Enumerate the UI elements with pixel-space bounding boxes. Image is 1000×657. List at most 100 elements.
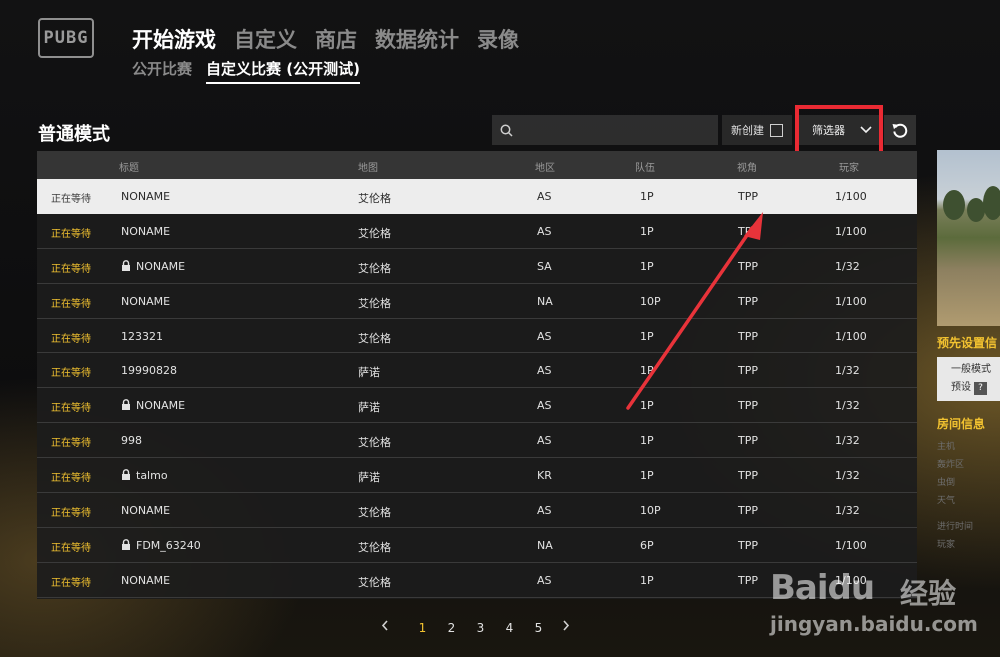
row-team: 1P: [640, 190, 654, 203]
new-created-checkbox[interactable]: [770, 123, 783, 137]
table-row[interactable]: 正在等待 NONAME 艾伦格 AS 1P TPP 1/100: [37, 563, 917, 598]
row-status: 正在等待: [51, 194, 91, 205]
column-map[interactable]: 地图: [358, 159, 378, 174]
tab-public-match[interactable]: 公开比赛: [132, 58, 192, 84]
row-team: 1P: [640, 364, 654, 378]
nav-store[interactable]: 商店: [315, 24, 357, 54]
row-players: 1/32: [835, 434, 860, 448]
row-map: 艾伦格: [358, 575, 391, 589]
room-field-3: 虫倒: [937, 478, 956, 488]
column-players[interactable]: 玩家: [839, 159, 859, 174]
table-row[interactable]: 正在等待 NONAME 艾伦格 SA 1P TPP 1/32: [37, 249, 917, 284]
row-region: AS: [537, 364, 552, 378]
table-row[interactable]: 正在等待 NONAME 艾伦格 NA 10P TPP 1/100: [37, 284, 917, 319]
column-view[interactable]: 视角: [737, 159, 757, 174]
row-view: TPP: [738, 329, 758, 343]
help-icon[interactable]: ?: [974, 382, 987, 395]
table-row[interactable]: 正在等待 19990828 萨诺 AS 1P TPP 1/32: [37, 353, 917, 389]
row-view: TPP: [738, 469, 758, 483]
lock-icon: [122, 259, 130, 271]
row-status: 正在等待: [51, 298, 91, 310]
page-1-button[interactable]: 1: [408, 621, 437, 635]
row-team: 1P: [640, 469, 654, 483]
row-title: 19990828: [121, 364, 177, 378]
row-view: TPP: [738, 259, 758, 273]
row-view: TPP: [738, 399, 758, 413]
preset-label: 预设: [951, 382, 971, 393]
nav-replays[interactable]: 录像: [477, 24, 519, 54]
column-team[interactable]: 队伍: [635, 159, 655, 174]
search-box[interactable]: [492, 115, 718, 145]
row-view: TPP: [738, 538, 758, 552]
table-row[interactable]: 正在等待 FDM_63240 艾伦格 NA 6P TPP 1/100: [37, 528, 917, 563]
row-title: NONAME: [121, 504, 171, 518]
row-view: TPP: [738, 573, 758, 587]
row-map: 萨诺: [358, 366, 380, 380]
nav-custom[interactable]: 自定义: [234, 24, 297, 54]
room-field-host: 主机: [937, 442, 956, 452]
table-row[interactable]: 正在等待 NONAME 艾伦格 AS 10P TPP 1/32: [37, 493, 917, 528]
room-field-bombing: 轰炸区: [937, 460, 965, 470]
page-5-button[interactable]: 5: [524, 621, 553, 635]
new-created-filter[interactable]: 新创建: [722, 115, 792, 145]
row-title: NONAME: [121, 224, 171, 238]
page-2-button[interactable]: 2: [437, 621, 466, 635]
row-status: 正在等待: [51, 542, 91, 554]
refresh-button[interactable]: [884, 115, 916, 145]
page-next-button[interactable]: [553, 620, 579, 635]
preset-mode: 一般模式: [951, 364, 991, 375]
row-status: 正在等待: [51, 577, 91, 589]
column-region[interactable]: 地区: [535, 159, 555, 174]
row-map: 艾伦格: [358, 261, 391, 275]
search-input[interactable]: [519, 123, 699, 137]
row-region: AS: [537, 224, 552, 238]
table-row[interactable]: 正在等待 NONAME 艾伦格 AS 1P TPP 1/100: [37, 179, 917, 214]
room-info-list: 主机 轰炸区 虫倒 天气 进行时间 玩家: [937, 438, 1000, 554]
pagination: 1 2 3 4 5: [372, 620, 579, 635]
row-title: talmo: [136, 469, 168, 483]
page-3-button[interactable]: 3: [466, 621, 495, 635]
row-map: 艾伦格: [358, 296, 391, 310]
row-players: 1/100: [835, 190, 867, 203]
row-region: AS: [537, 399, 552, 413]
table-row[interactable]: 正在等待 NONAME 艾伦格 AS 1P TPP 1/100: [37, 214, 917, 249]
row-map: 艾伦格: [358, 192, 391, 205]
filter-dropdown[interactable]: 筛选器: [796, 115, 880, 145]
page-title: 普通模式: [38, 124, 110, 145]
row-title: 998: [121, 434, 142, 448]
row-map: 萨诺: [358, 471, 380, 485]
filter-label: 筛选器: [812, 124, 845, 137]
page-4-button[interactable]: 4: [495, 621, 524, 635]
pubg-logo[interactable]: PUBG: [38, 18, 94, 58]
row-status: 正在等待: [51, 368, 91, 380]
row-team: 1P: [640, 329, 654, 343]
lock-icon: [122, 539, 130, 550]
preset-box: 一般模式 预设?: [937, 357, 1000, 401]
tab-custom-match[interactable]: 自定义比赛 (公开测试): [206, 58, 360, 84]
table-row[interactable]: 正在等待 998 艾伦格 AS 1P TPP 1/32: [37, 423, 917, 459]
row-players: 1/32: [835, 259, 860, 273]
row-players: 1/32: [835, 399, 860, 413]
row-map: 艾伦格: [358, 506, 391, 520]
row-players: 1/32: [835, 504, 860, 518]
row-status: 正在等待: [51, 228, 91, 240]
search-icon: [500, 124, 513, 137]
row-region: NA: [537, 538, 553, 552]
chevron-down-icon: [860, 126, 872, 134]
table-row[interactable]: 正在等待 123321 艾伦格 AS 1P TPP 1/100: [37, 319, 917, 354]
row-team: 10P: [640, 294, 661, 308]
row-view: TPP: [738, 190, 758, 203]
table-header: 标题 地图 地区 队伍 视角 玩家: [37, 151, 917, 179]
row-view: TPP: [738, 224, 758, 238]
row-title-cell: FDM_63240: [121, 539, 201, 552]
row-players: 1/100: [835, 224, 867, 238]
row-status: 正在等待: [51, 403, 91, 415]
table-row[interactable]: 正在等待 NONAME 萨诺 AS 1P TPP 1/32: [37, 388, 917, 424]
nav-start-game[interactable]: 开始游戏: [132, 24, 216, 54]
nav-statistics[interactable]: 数据统计: [375, 24, 459, 54]
row-region: AS: [537, 504, 552, 518]
page-prev-button[interactable]: [372, 620, 398, 635]
table-row[interactable]: 正在等待 talmo 萨诺 KR 1P TPP 1/32: [37, 458, 917, 494]
row-region: AS: [537, 329, 552, 343]
column-title[interactable]: 标题: [119, 159, 139, 174]
